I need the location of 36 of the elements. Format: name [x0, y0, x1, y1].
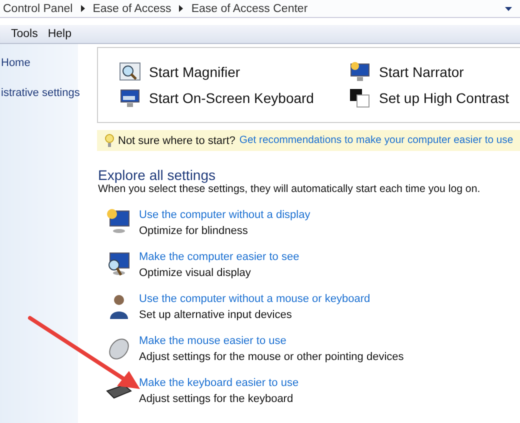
- sidebar-link[interactable]: Home: [1, 57, 78, 69]
- address-bar[interactable]: Control Panel Ease of Access Ease of Access Center: [0, 0, 520, 18]
- menu-item[interactable]: Tools: [11, 28, 38, 40]
- monitor-icon: [119, 88, 141, 108]
- magnifier-icon: [119, 62, 141, 82]
- recommendations-link[interactable]: Get recommendations to make your computer easier to use: [239, 135, 514, 146]
- setting-link[interactable]: Make the keyboard easier to use: [139, 377, 299, 389]
- setting-description: Set up alternative input devices: [139, 309, 293, 321]
- quick-access-link[interactable]: Start Magnifier: [149, 64, 240, 80]
- breadcrumb-link[interactable]: Ease of Access Center: [191, 2, 308, 14]
- tip-text: Not sure where to start?: [118, 134, 236, 146]
- contrast-icon: [349, 88, 371, 108]
- lightbulb-icon: [105, 134, 114, 147]
- dropdown-icon[interactable]: [505, 6, 512, 10]
- setting-description: Optimize for blindness: [139, 225, 249, 237]
- breadcrumb-link[interactable]: Ease of Access: [92, 2, 172, 14]
- setting-description: Adjust settings for the keyboard: [139, 393, 294, 405]
- quick-access-link[interactable]: Start On-Screen Keyboard: [149, 90, 314, 106]
- breadcrumb-link[interactable]: Control Panel: [3, 2, 73, 14]
- monitor-icon: [349, 62, 371, 82]
- monitor-icon: [106, 209, 132, 235]
- setting-link[interactable]: Make the computer easier to see: [139, 251, 300, 263]
- setting-description: Optimize visual display: [139, 267, 252, 279]
- quick-access-link[interactable]: Start Narrator: [379, 64, 464, 80]
- setting-link[interactable]: Use the computer without a mouse or keyboard: [139, 293, 370, 305]
- menu-item[interactable]: Help: [48, 28, 72, 40]
- chevron-icon: [80, 5, 85, 12]
- setting-description: Adjust settings for the mouse or other pointing devices: [139, 351, 404, 363]
- section-heading: Explore all settings: [98, 167, 217, 183]
- setting-link[interactable]: Use the computer without a display: [139, 209, 310, 221]
- magnifier-icon: [106, 251, 132, 277]
- sidebar-link[interactable]: istrative settings: [1, 87, 78, 99]
- quick-access-link[interactable]: Set up High Contrast: [379, 90, 509, 106]
- section-description: When you select these settings, they will automatically start each time you log on.: [98, 183, 482, 195]
- chevron-icon: [179, 5, 184, 12]
- setting-link[interactable]: Make the mouse easier to use: [139, 335, 404, 347]
